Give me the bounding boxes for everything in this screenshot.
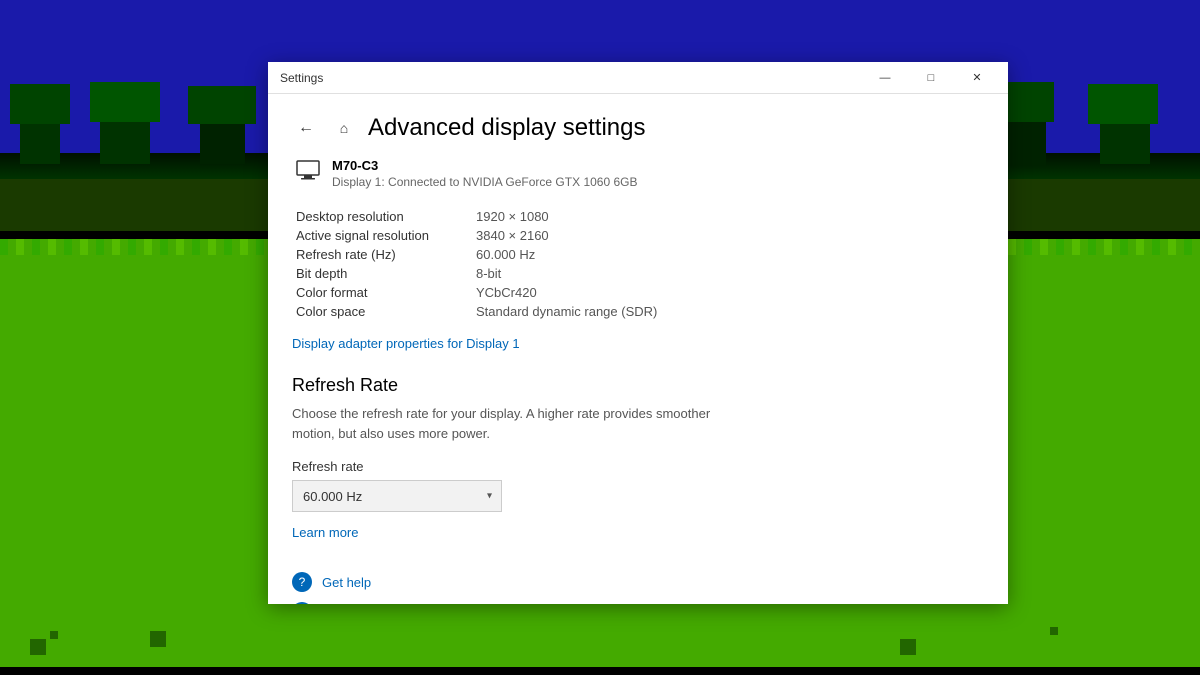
- bottom-link-text: Get help: [322, 575, 371, 590]
- adapter-link[interactable]: Display adapter properties for Display 1: [292, 336, 520, 351]
- refresh-rate-dropdown[interactable]: 60.000 Hz: [292, 480, 502, 512]
- bottom-link-icon: ✎: [292, 602, 312, 604]
- close-button[interactable]: ✕: [954, 62, 1000, 94]
- info-value: 8-bit: [476, 266, 501, 281]
- bottom-link-item[interactable]: ? Get help: [292, 572, 984, 592]
- display-info-row: Color format YCbCr420: [296, 285, 984, 300]
- display-info-row: Active signal resolution 3840 × 2160: [296, 228, 984, 243]
- display-info-row: Bit depth 8-bit: [296, 266, 984, 281]
- titlebar-title: Settings: [280, 71, 323, 85]
- display-info-row: Color space Standard dynamic range (SDR): [296, 304, 984, 319]
- ground-px2: [50, 631, 58, 639]
- monitor-subtitle: Display 1: Connected to NVIDIA GeForce G…: [332, 175, 637, 189]
- monitor-icon: [296, 160, 320, 188]
- ground-px4: [900, 639, 916, 655]
- info-label: Refresh rate (Hz): [296, 247, 476, 262]
- info-label: Active signal resolution: [296, 228, 476, 243]
- back-button[interactable]: ←: [292, 114, 320, 142]
- ground-px1: [30, 639, 46, 655]
- display-info-row: Refresh rate (Hz) 60.000 Hz: [296, 247, 984, 262]
- info-value: YCbCr420: [476, 285, 537, 300]
- refresh-rate-section: Refresh Rate Choose the refresh rate for…: [292, 375, 984, 564]
- monitor-name: M70-C3: [332, 158, 637, 173]
- home-icon: ⌂: [340, 120, 348, 136]
- monitor-info: M70-C3 Display 1: Connected to NVIDIA Ge…: [332, 158, 637, 189]
- settings-window: Settings — □ ✕ ← ⌂ Advanced display sett…: [268, 62, 1008, 604]
- page-header: ← ⌂ Advanced display settings: [292, 114, 984, 142]
- info-label: Color space: [296, 304, 476, 319]
- learn-more-link[interactable]: Learn more: [292, 525, 358, 540]
- home-button[interactable]: ⌂: [332, 116, 356, 140]
- maximize-button[interactable]: □: [908, 62, 954, 94]
- titlebar: Settings — □ ✕: [268, 62, 1008, 94]
- bottom-link-item[interactable]: ✎ Give feedback: [292, 602, 984, 604]
- refresh-rate-title: Refresh Rate: [292, 375, 984, 396]
- refresh-rate-field-label: Refresh rate: [292, 459, 984, 474]
- refresh-rate-desc: Choose the refresh rate for your display…: [292, 404, 712, 443]
- info-label: Bit depth: [296, 266, 476, 281]
- info-value: 3840 × 2160: [476, 228, 549, 243]
- bottom-links: ? Get help ✎ Give feedback: [292, 572, 984, 604]
- info-value: 60.000 Hz: [476, 247, 535, 262]
- back-arrow-icon: ←: [298, 119, 314, 137]
- monitor-section: M70-C3 Display 1: Connected to NVIDIA Ge…: [292, 158, 984, 189]
- refresh-rate-dropdown-wrapper: 60.000 Hz ▾: [292, 480, 502, 512]
- display-info-table: Desktop resolution 1920 × 1080 Active si…: [292, 209, 984, 319]
- info-label: Color format: [296, 285, 476, 300]
- display-info-row: Desktop resolution 1920 × 1080: [296, 209, 984, 224]
- minimize-button[interactable]: —: [862, 62, 908, 94]
- bottom-strip: [0, 667, 1200, 675]
- ground-px3: [150, 631, 166, 647]
- page-title: Advanced display settings: [368, 114, 646, 142]
- settings-content: ← ⌂ Advanced display settings M70-C3 Dis…: [268, 94, 1008, 604]
- ground-px5: [1050, 627, 1058, 635]
- titlebar-left: Settings: [280, 71, 323, 85]
- info-label: Desktop resolution: [296, 209, 476, 224]
- bottom-link-icon: ?: [292, 572, 312, 592]
- info-value: 1920 × 1080: [476, 209, 549, 224]
- info-value: Standard dynamic range (SDR): [476, 304, 657, 319]
- titlebar-controls: — □ ✕: [862, 62, 1000, 94]
